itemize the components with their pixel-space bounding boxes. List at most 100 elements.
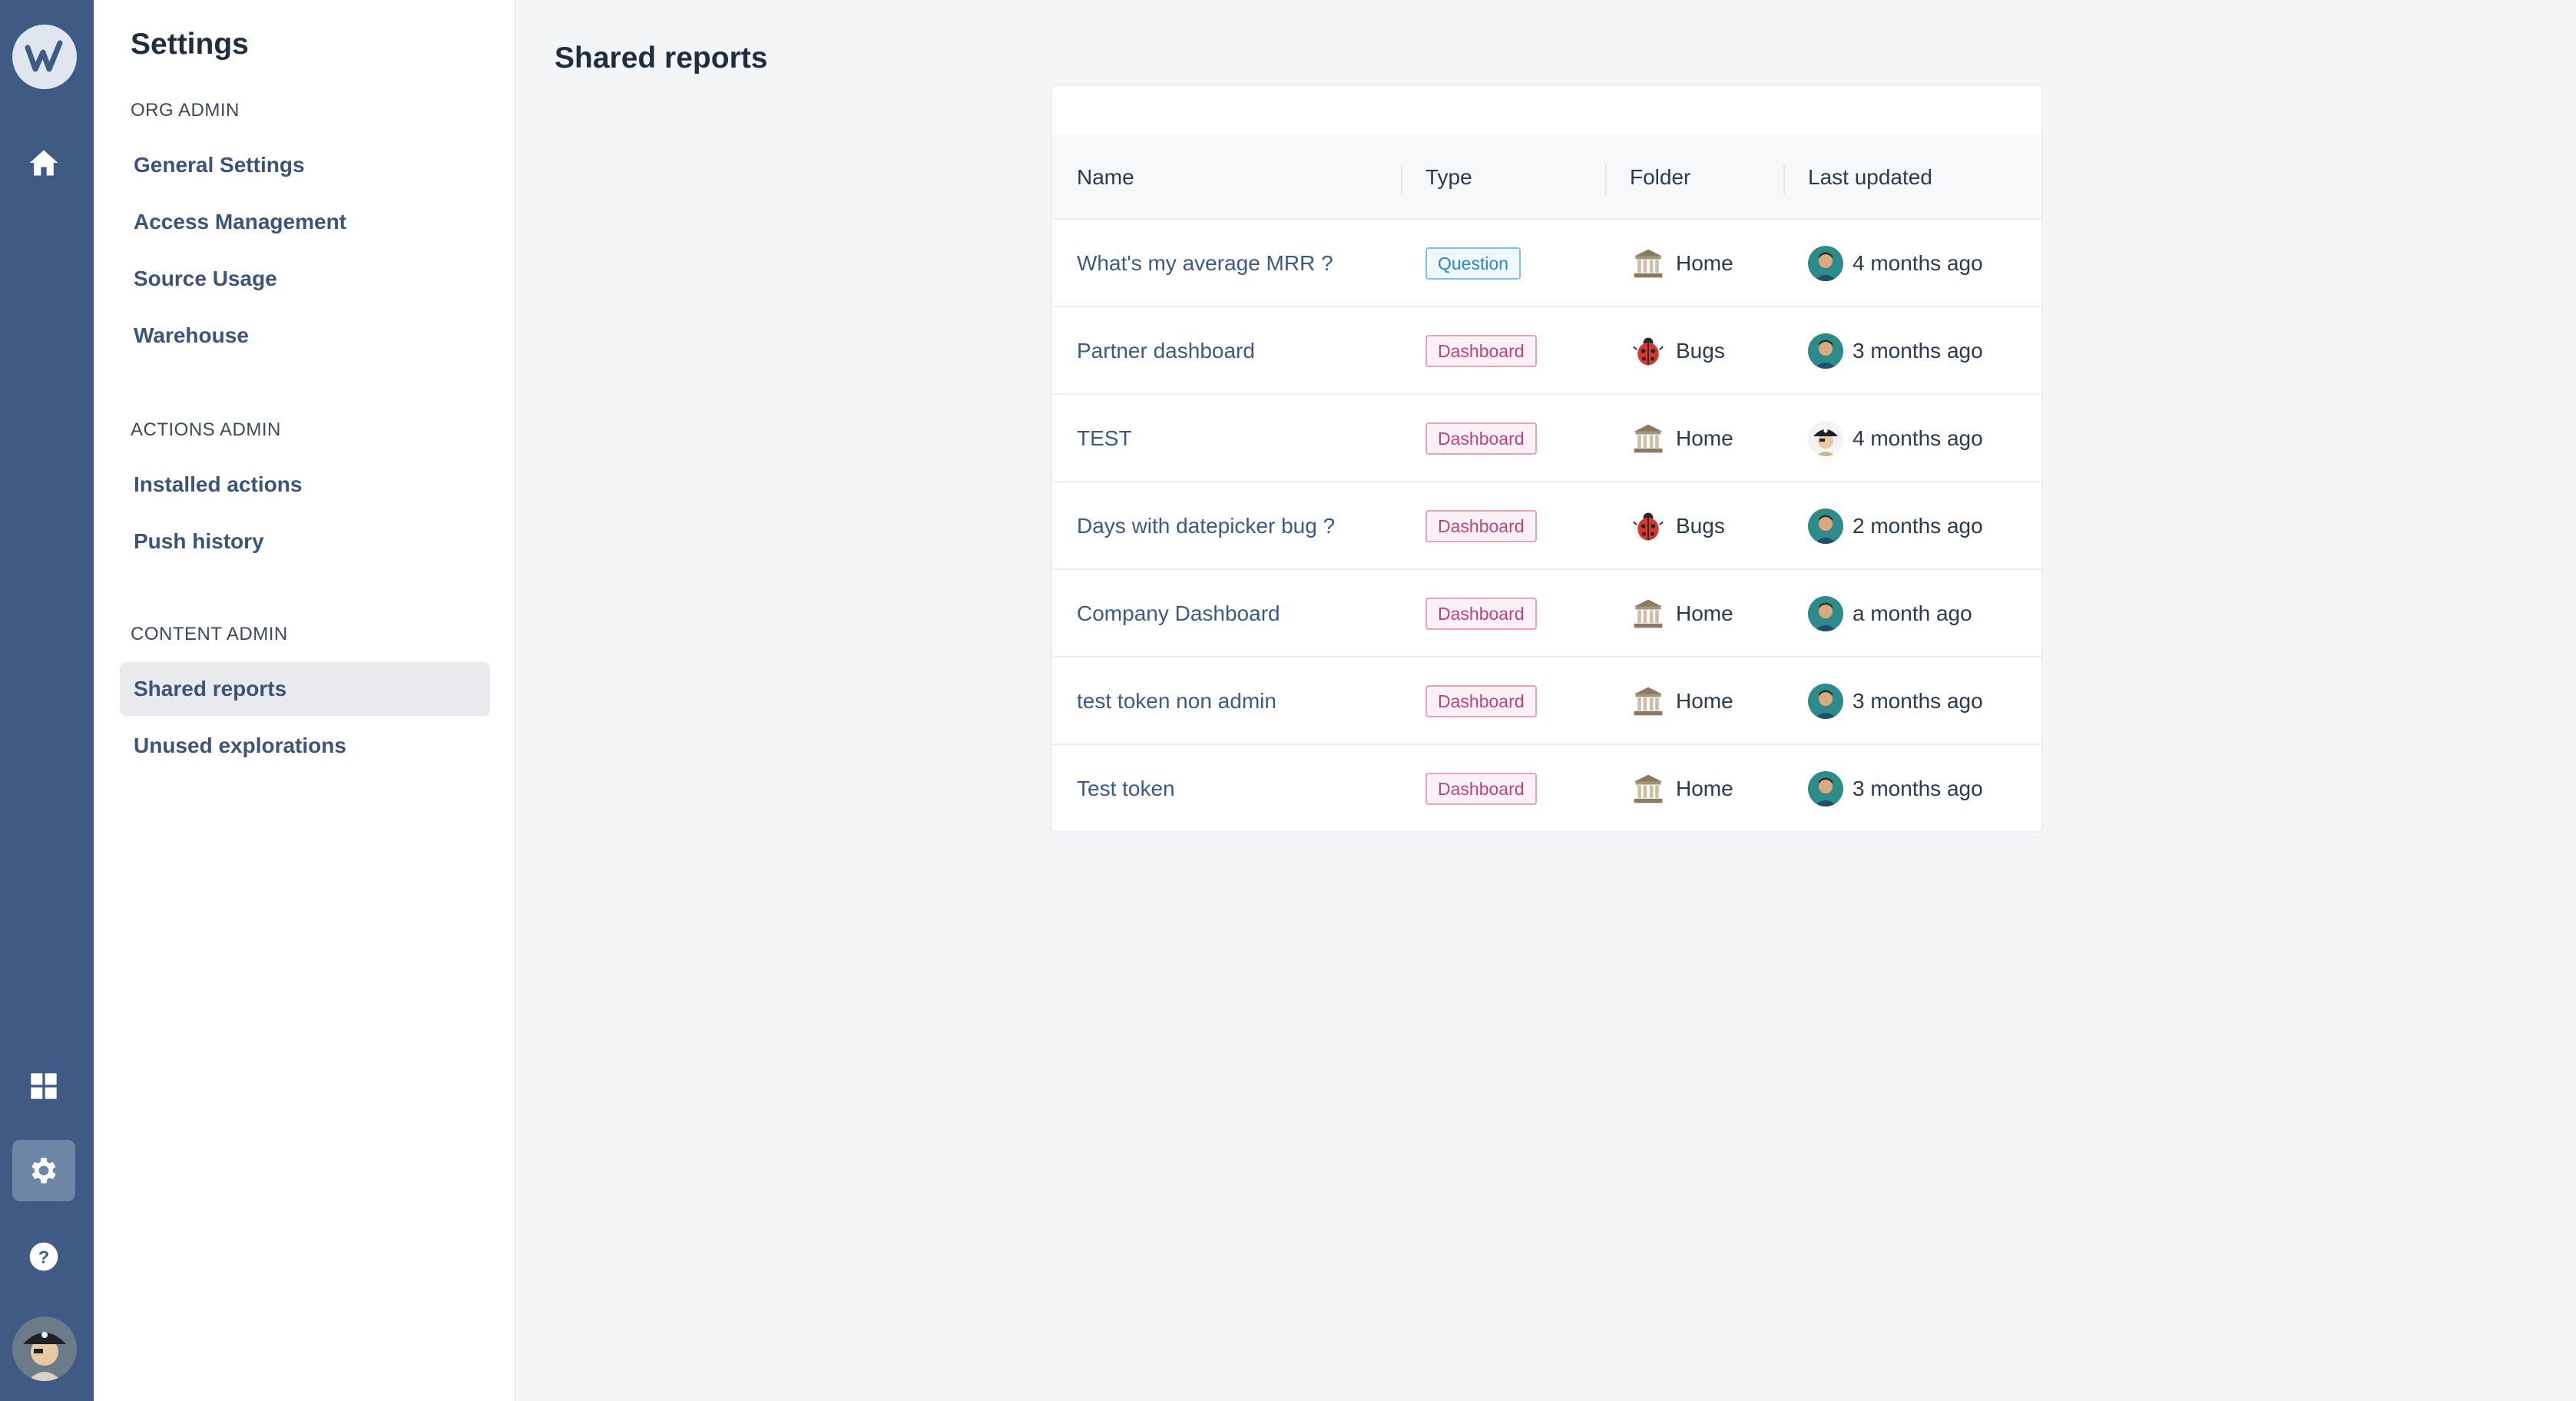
- report-type-cell: Dashboard: [1425, 657, 1537, 745]
- folder-name[interactable]: Home: [1676, 251, 1733, 276]
- table-row[interactable]: Days with datepicker bug ? Dashboard Bugs 2…: [1052, 482, 2041, 570]
- report-name-link[interactable]: Test token: [1077, 777, 1175, 801]
- section-label-actions-admin: ACTIONS ADMIN: [131, 419, 281, 440]
- grid-icon: [31, 1073, 57, 1099]
- report-folder-cell: Bugs: [1630, 482, 1725, 570]
- report-name-cell: Days with datepicker bug ?: [1077, 482, 1335, 570]
- reports-table: Name Type Folder Last updated What's my …: [1051, 84, 2043, 833]
- report-type-cell: Dashboard: [1425, 395, 1537, 482]
- nav-access-management[interactable]: Access Management: [120, 195, 490, 249]
- help-button[interactable]: ?: [12, 1226, 75, 1287]
- ladybug-icon: [1630, 333, 1667, 369]
- table-row[interactable]: TEST Dashboard Home 4 months ago: [1052, 395, 2041, 482]
- report-folder-cell: Home: [1630, 745, 1733, 833]
- folder-name[interactable]: Home: [1676, 689, 1733, 714]
- report-name-link[interactable]: Partner dashboard: [1077, 339, 1255, 363]
- last-updated-text: 4 months ago: [1853, 251, 1983, 275]
- section-label-org-admin: ORG ADMIN: [131, 100, 240, 121]
- settings-button[interactable]: [12, 1140, 75, 1201]
- column-header-type[interactable]: Type: [1425, 135, 1472, 220]
- report-name-cell: Test token: [1077, 745, 1175, 833]
- table-row[interactable]: test token non admin Dashboard Home 3 month…: [1052, 657, 2041, 745]
- type-badge: Dashboard: [1425, 773, 1537, 805]
- last-updated-text: 3 months ago: [1853, 689, 1983, 713]
- report-name-link[interactable]: What's my average MRR ?: [1077, 251, 1333, 276]
- app-logo[interactable]: [12, 25, 77, 89]
- nav-installed-actions[interactable]: Installed actions: [120, 458, 490, 512]
- type-badge: Dashboard: [1425, 510, 1537, 542]
- report-updated-cell: 4 months ago: [1808, 220, 1983, 307]
- table-row[interactable]: Company Dashboard Dashboard Home a month ag…: [1052, 570, 2041, 657]
- report-name-link[interactable]: Days with datepicker bug ?: [1077, 514, 1335, 538]
- table-row[interactable]: Partner dashboard Dashboard Bugs 3 months a…: [1052, 307, 2041, 395]
- column-header-folder[interactable]: Folder: [1630, 135, 1690, 220]
- report-name-link[interactable]: TEST: [1077, 426, 1132, 451]
- dashboards-button[interactable]: [12, 1055, 75, 1117]
- user-avatar: [1808, 596, 1843, 631]
- report-updated-cell: 2 months ago: [1808, 482, 1983, 570]
- report-folder-cell: Bugs: [1630, 307, 1725, 395]
- type-badge: Dashboard: [1425, 685, 1537, 717]
- last-updated-text: 3 months ago: [1853, 777, 1983, 800]
- logo-icon: [25, 40, 63, 72]
- report-folder-cell: Home: [1630, 395, 1733, 482]
- report-name-cell: test token non admin: [1077, 657, 1276, 745]
- museum-icon: [1630, 245, 1667, 282]
- page-title: Shared reports: [555, 41, 768, 75]
- museum-icon: [1630, 683, 1667, 720]
- panel-title: Settings: [131, 28, 249, 61]
- folder-name[interactable]: Bugs: [1676, 514, 1725, 538]
- report-folder-cell: Home: [1630, 220, 1733, 307]
- report-type-cell: Dashboard: [1425, 482, 1537, 570]
- nav-unused-explorations[interactable]: Unused explorations: [120, 719, 490, 773]
- report-updated-cell: 3 months ago: [1808, 657, 1983, 745]
- report-name-cell: Partner dashboard: [1077, 307, 1255, 395]
- folder-name[interactable]: Home: [1676, 601, 1733, 626]
- folder-name[interactable]: Bugs: [1676, 339, 1725, 363]
- report-folder-cell: Home: [1630, 657, 1733, 745]
- help-icon: ?: [29, 1242, 58, 1271]
- report-type-cell: Dashboard: [1425, 307, 1537, 395]
- type-badge: Question: [1425, 247, 1521, 280]
- nav-general-settings[interactable]: General Settings: [120, 138, 490, 192]
- user-avatar: [1808, 771, 1843, 806]
- museum-icon: [1630, 595, 1667, 632]
- nav-shared-reports[interactable]: Shared reports: [120, 662, 490, 716]
- column-divider: [1605, 164, 1607, 195]
- pirate-avatar-icon: [12, 1317, 77, 1381]
- user-avatar: [1808, 333, 1843, 369]
- table-row[interactable]: What's my average MRR ? Question Home 4 mon…: [1052, 220, 2041, 307]
- report-name-cell: Company Dashboard: [1077, 570, 1280, 657]
- column-header-last-updated[interactable]: Last updated: [1808, 135, 1932, 220]
- museum-icon: [1630, 770, 1667, 807]
- gear-icon: [31, 1158, 56, 1184]
- nav-source-usage[interactable]: Source Usage: [120, 252, 490, 306]
- report-updated-cell: 3 months ago: [1808, 745, 1983, 833]
- nav-warehouse[interactable]: Warehouse: [120, 309, 490, 363]
- report-type-cell: Dashboard: [1425, 745, 1537, 833]
- folder-name[interactable]: Home: [1676, 426, 1733, 451]
- type-badge: Dashboard: [1425, 335, 1537, 367]
- profile-avatar[interactable]: [12, 1317, 77, 1381]
- report-folder-cell: Home: [1630, 570, 1733, 657]
- last-updated-text: 3 months ago: [1853, 339, 1983, 363]
- report-name-link[interactable]: Company Dashboard: [1077, 601, 1280, 626]
- report-name-link[interactable]: test token non admin: [1077, 689, 1276, 714]
- column-header-name[interactable]: Name: [1077, 135, 1134, 220]
- type-badge: Dashboard: [1425, 422, 1537, 455]
- type-badge: Dashboard: [1425, 598, 1537, 630]
- home-button[interactable]: [12, 132, 75, 194]
- pirate-avatar: [1808, 421, 1843, 456]
- museum-icon: [1630, 420, 1667, 457]
- table-row[interactable]: Test token Dashboard Home 3 months ago: [1052, 745, 2041, 833]
- home-icon: [29, 150, 58, 176]
- nav-push-history[interactable]: Push history: [120, 515, 490, 568]
- report-updated-cell: a month ago: [1808, 570, 1972, 657]
- report-type-cell: Question: [1425, 220, 1521, 307]
- svg-text:?: ?: [38, 1247, 49, 1267]
- folder-name[interactable]: Home: [1676, 777, 1733, 801]
- report-type-cell: Dashboard: [1425, 570, 1537, 657]
- user-avatar: [1808, 508, 1843, 544]
- report-name-cell: TEST: [1077, 395, 1132, 482]
- app-rail: ?: [0, 0, 94, 1401]
